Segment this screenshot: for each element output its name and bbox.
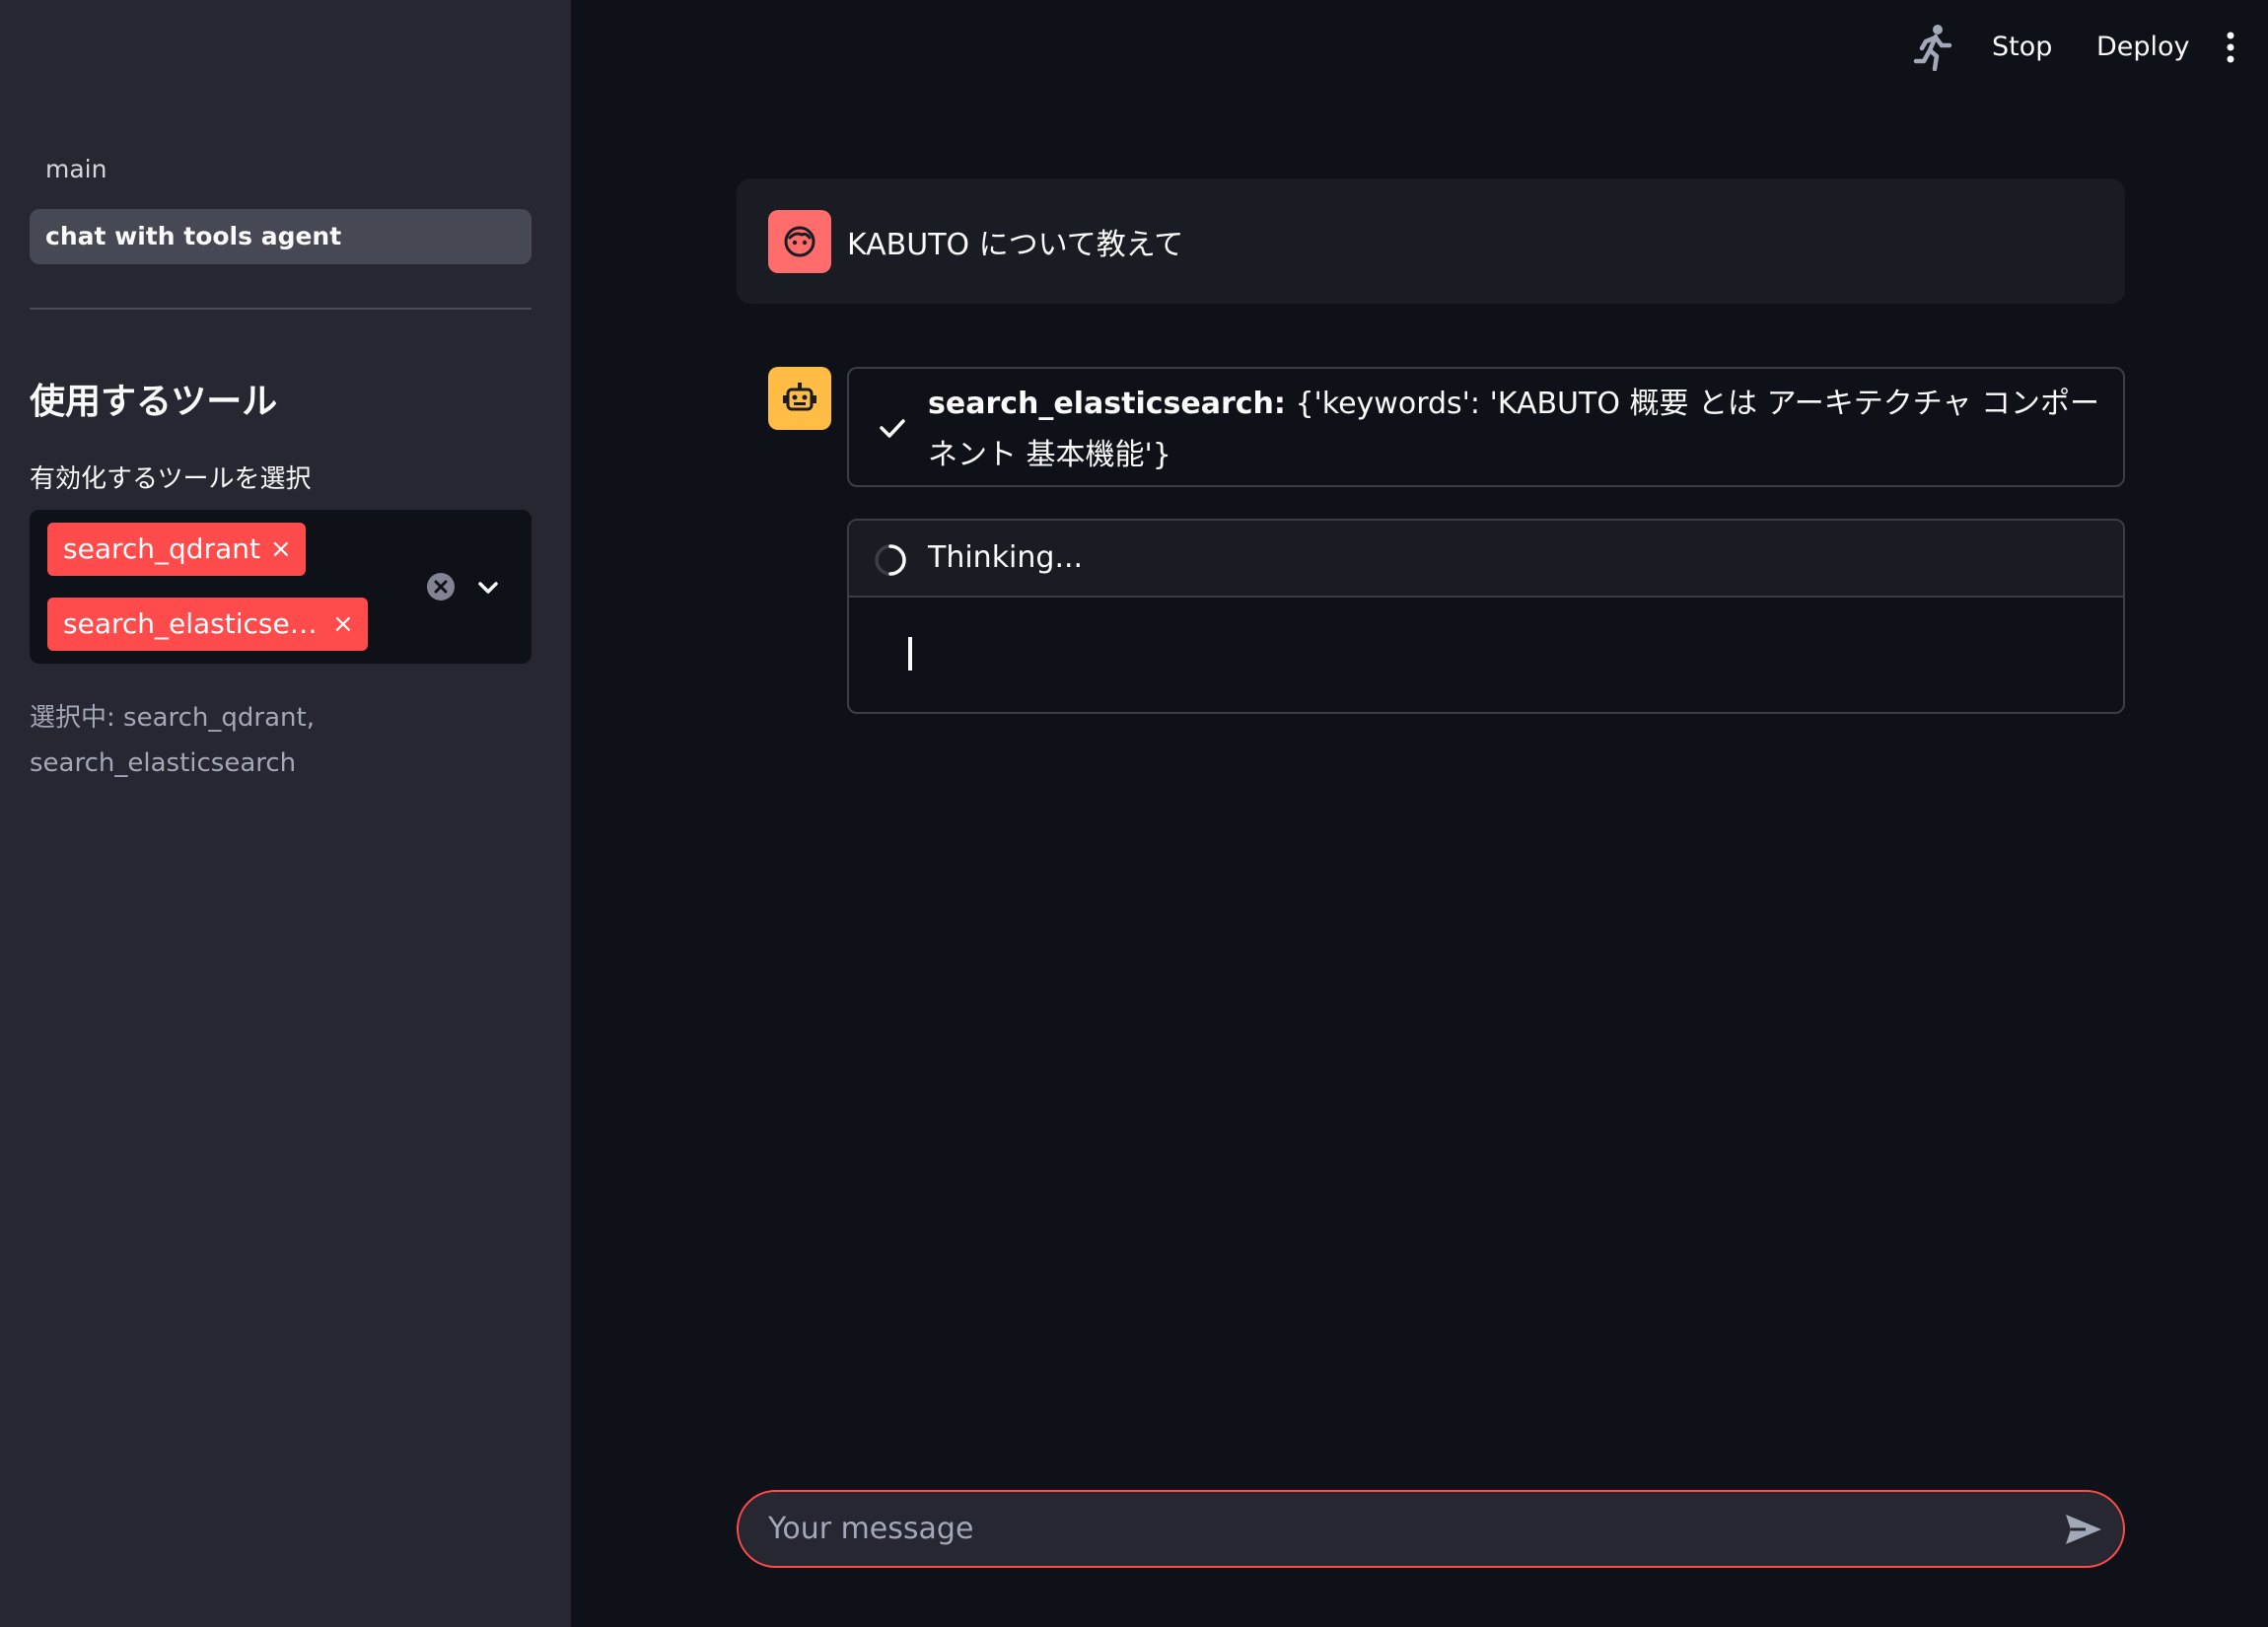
chat-message-input[interactable]: [768, 1492, 2001, 1566]
thinking-header[interactable]: Thinking...: [849, 521, 2123, 598]
selected-tools-caption: 選択中: search_qdrant, search_elasticsearch: [30, 695, 424, 786]
tool-name: search_elasticsearch:: [928, 387, 1286, 421]
selected-caption-line: search_elasticsearch: [30, 748, 297, 778]
user-avatar: [768, 210, 831, 273]
chevron-down-icon[interactable]: [473, 573, 503, 602]
tool-call-text: search_elasticsearch: {'keywords': 'KABU…: [928, 379, 2101, 481]
bot-avatar: [768, 367, 831, 430]
checkmark-icon: [877, 412, 908, 444]
sidebar-nav-main[interactable]: main: [30, 146, 532, 193]
tag-label: search_elasticse…: [63, 607, 318, 640]
tool-multiselect[interactable]: search_qdrant × search_elasticse… ×: [30, 510, 532, 664]
tag-search-elasticsearch: search_elasticse… ×: [47, 598, 368, 651]
tag-remove-icon[interactable]: ×: [270, 523, 292, 576]
send-icon[interactable]: [2064, 1512, 2103, 1547]
sidebar: main chat with tools agent 使用するツール 有効化する…: [0, 0, 571, 1627]
app-root: main chat with tools agent 使用するツール 有効化する…: [0, 0, 2268, 1627]
tag-remove-icon[interactable]: ×: [332, 598, 354, 651]
text-cursor: [908, 637, 912, 671]
face-icon: [784, 226, 815, 257]
deploy-button[interactable]: Deploy: [2087, 26, 2200, 69]
sidebar-nav-chat-with-tools-agent[interactable]: chat with tools agent: [30, 209, 532, 264]
chat-input-container: [737, 1490, 2125, 1568]
clear-all-icon[interactable]: [427, 573, 455, 601]
sidebar-divider: [30, 308, 532, 310]
user-chat-message: KABUTO について教えて: [737, 178, 2125, 304]
running-man-icon: [1912, 24, 1955, 72]
tag-search-qdrant: search_qdrant ×: [47, 523, 306, 576]
robot-icon: [783, 383, 816, 411]
spinner-icon: [873, 542, 908, 578]
vertical-ellipsis-icon[interactable]: [2219, 28, 2242, 67]
tool-select-label: 有効化するツールを選択: [30, 464, 312, 494]
tool-call-status[interactable]: search_elasticsearch: {'keywords': 'KABU…: [847, 367, 2125, 487]
tag-label: search_qdrant: [63, 532, 260, 565]
thinking-label: Thinking...: [928, 540, 1084, 575]
tools-heading: 使用するツール: [30, 382, 278, 422]
selected-caption-line: 選択中: search_qdrant,: [30, 703, 315, 733]
stop-button[interactable]: Stop: [1982, 26, 2062, 69]
thinking-expander[interactable]: Thinking...: [847, 519, 2125, 714]
user-message-text: KABUTO について教えて: [847, 228, 1184, 262]
